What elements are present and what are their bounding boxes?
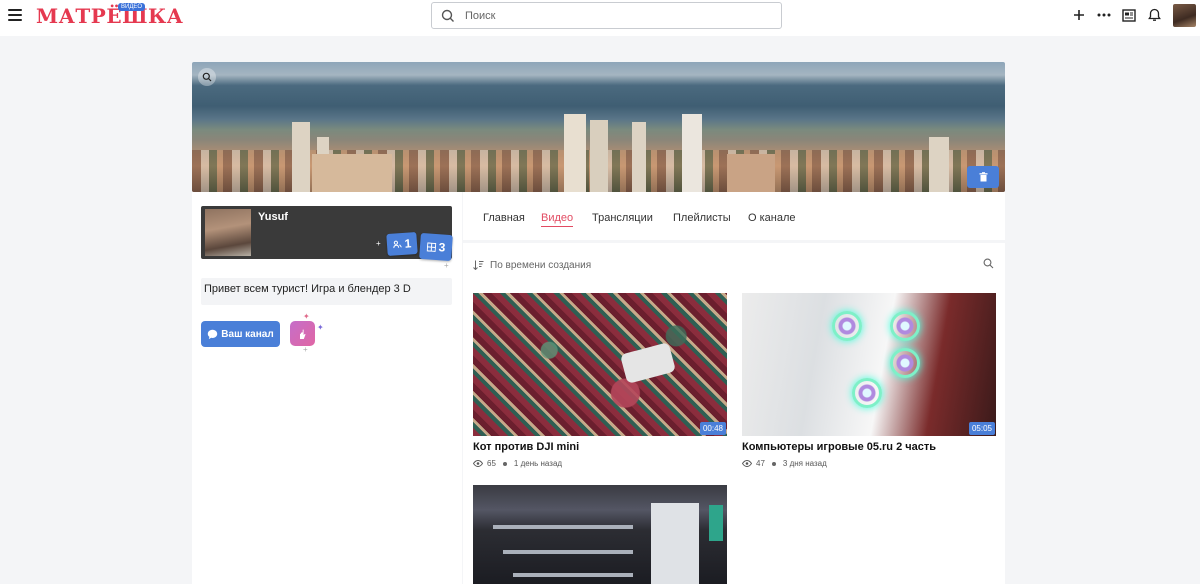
video-meta: 47 3 дня назад <box>742 459 996 468</box>
search-input[interactable] <box>465 9 765 22</box>
sparkle-icon: ✦ <box>303 312 310 321</box>
profile-avatar[interactable] <box>205 209 251 256</box>
channel-tabs: Главная Видео Трансляции Плейлисты О кан… <box>463 192 1005 240</box>
shelf-image <box>493 525 633 529</box>
banner-search-icon[interactable] <box>198 68 216 86</box>
video-duration: 05:05 <box>968 422 995 435</box>
your-channel-label: Ваш канал <box>221 328 274 340</box>
your-channel-button[interactable]: Ваш канал <box>201 321 280 347</box>
plus-icon[interactable] <box>1071 7 1087 23</box>
drone-image <box>619 342 677 384</box>
more-icon[interactable] <box>1096 7 1112 23</box>
separator-dot <box>502 461 507 466</box>
top-bar: МАТРЁШКА ВИДЕО <box>0 0 1200 36</box>
shelf-image <box>513 573 633 577</box>
header-actions <box>1071 0 1200 30</box>
tab-videos[interactable]: Видео <box>541 212 574 227</box>
channel-sidebar: Yusuf + 1 3 + Привет всем турист! Игра и… <box>192 192 462 584</box>
fan-image <box>852 378 882 408</box>
bell-icon[interactable] <box>1146 7 1162 23</box>
logo[interactable]: МАТРЁШКА ВИДЕО <box>36 2 183 30</box>
logo-badge: ВИДЕО <box>118 3 146 11</box>
delete-banner-button[interactable] <box>967 166 999 188</box>
plus-icon[interactable]: + <box>376 239 381 248</box>
video-title[interactable]: Компьютеры игровые 05.ru 2 часть <box>742 441 996 453</box>
video-icon <box>426 241 436 252</box>
video-title[interactable]: Кот против DJI mini <box>473 441 727 453</box>
video-card[interactable]: 05:05 Компьютеры игровые 05.ru 2 часть 4… <box>742 293 996 468</box>
avatar[interactable] <box>1173 3 1196 27</box>
videos-panel: По времени создания 00:48 Кот против DJI… <box>463 243 1005 584</box>
sign-image <box>709 505 723 541</box>
trash-icon <box>979 172 987 182</box>
videos-count: 3 <box>438 240 446 255</box>
video-card[interactable] <box>473 485 727 584</box>
video-age: 1 день назад <box>513 459 563 468</box>
eye-icon <box>742 460 752 467</box>
video-thumbnail[interactable]: 00:48 <box>473 293 727 436</box>
news-icon[interactable] <box>1121 7 1137 23</box>
sparkle-icon: ✦ <box>317 323 324 332</box>
eye-icon <box>473 460 483 467</box>
subscribers-count: 1 <box>404 236 412 251</box>
video-thumbnail[interactable] <box>473 485 727 584</box>
search-icon <box>441 9 454 22</box>
fan-image <box>890 348 920 378</box>
tab-home[interactable]: Главная <box>483 212 525 224</box>
channel-banner <box>192 62 1005 192</box>
search-icon[interactable] <box>983 258 994 269</box>
tab-playlists[interactable]: Плейлисты <box>673 212 731 224</box>
profile-name: Yusuf <box>258 211 288 223</box>
channel-bio: Привет всем турист! Игра и блендер 3 D <box>201 278 452 305</box>
profile-card: Yusuf + 1 3 + <box>201 206 453 270</box>
magic-button[interactable] <box>290 321 315 346</box>
videos-badge[interactable]: 3 <box>419 232 453 262</box>
fan-image <box>832 311 862 341</box>
sort-dropdown[interactable]: По времени создания <box>473 257 591 273</box>
subscribers-badge[interactable]: 1 <box>386 231 418 257</box>
view-count: 65 <box>487 459 496 468</box>
view-count: 47 <box>756 459 765 468</box>
separator-dot <box>771 461 776 466</box>
chat-icon <box>208 329 218 339</box>
tab-about[interactable]: О канале <box>748 212 796 224</box>
logo-text: МАТРЁШКА <box>36 4 184 28</box>
video-thumbnail[interactable]: 05:05 <box>742 293 996 436</box>
sort-label: По времени создания <box>490 259 592 271</box>
fan-image <box>890 311 920 341</box>
search-bar <box>431 2 782 29</box>
shelf-image <box>503 550 633 554</box>
hand-icon <box>299 329 306 339</box>
sort-icon <box>473 260 484 270</box>
plus-icon[interactable]: + <box>444 261 449 270</box>
video-meta: 65 1 день назад <box>473 459 727 468</box>
rack-image <box>651 503 699 584</box>
sparkle-icon: + <box>303 345 308 354</box>
users-icon <box>393 240 402 249</box>
video-card[interactable]: 00:48 Кот против DJI mini 65 1 день наза… <box>473 293 727 468</box>
video-age: 3 дня назад <box>782 459 827 468</box>
menu-icon[interactable] <box>8 9 22 23</box>
video-duration: 00:48 <box>699 422 726 435</box>
tab-streams[interactable]: Трансляции <box>592 212 653 224</box>
